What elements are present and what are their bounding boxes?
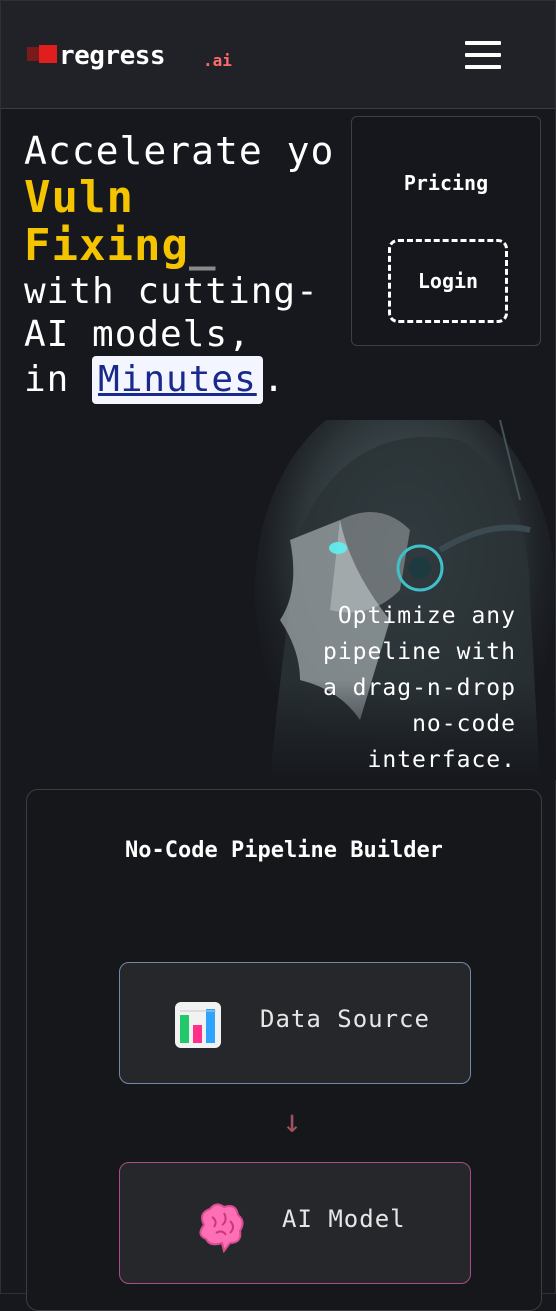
- ai-model-node[interactable]: AI Model: [119, 1162, 471, 1284]
- tagline-line-5: interface.: [367, 747, 516, 773]
- hero-period: .: [262, 359, 286, 400]
- hero-in-text: in: [24, 359, 93, 400]
- logo-mark-red: [39, 45, 57, 63]
- logo-text: regress: [59, 41, 166, 71]
- brain-icon: [194, 1199, 248, 1254]
- top-navbar: regress .ai: [1, 1, 555, 109]
- pricing-link[interactable]: Pricing: [352, 171, 540, 195]
- tagline-line-4: no-code: [412, 711, 516, 737]
- nav-dropdown-menu: Pricing Login: [351, 116, 541, 346]
- pipeline-builder-title: No-Code Pipeline Builder: [125, 838, 443, 863]
- tagline-line-2: pipeline with: [322, 639, 516, 665]
- ai-model-label: AI Model: [282, 1205, 406, 1233]
- minutes-highlight: Minutes: [92, 356, 263, 404]
- hero-line-6: in Minutes.: [24, 356, 544, 404]
- data-source-node[interactable]: Data Source: [119, 962, 471, 1084]
- pipeline-builder-card: No-Code Pipeline Builder Data Source ↓ A…: [26, 789, 542, 1311]
- bar-chart-icon: [174, 1001, 222, 1049]
- logo-suffix: .ai: [203, 51, 232, 70]
- down-arrow-icon: ↓: [282, 1102, 302, 1140]
- login-button[interactable]: Login: [388, 239, 508, 323]
- data-source-label: Data Source: [260, 1005, 430, 1033]
- tagline-line-3: a drag-n-drop: [322, 675, 516, 701]
- typing-cursor: _: [188, 220, 217, 271]
- feature-tagline: Optimize any pipeline with a drag-n-drop…: [256, 598, 516, 778]
- tagline-line-1: Optimize any: [337, 603, 516, 629]
- hamburger-menu-icon[interactable]: [463, 39, 505, 73]
- hero-fixing-text: Fixing: [24, 220, 189, 271]
